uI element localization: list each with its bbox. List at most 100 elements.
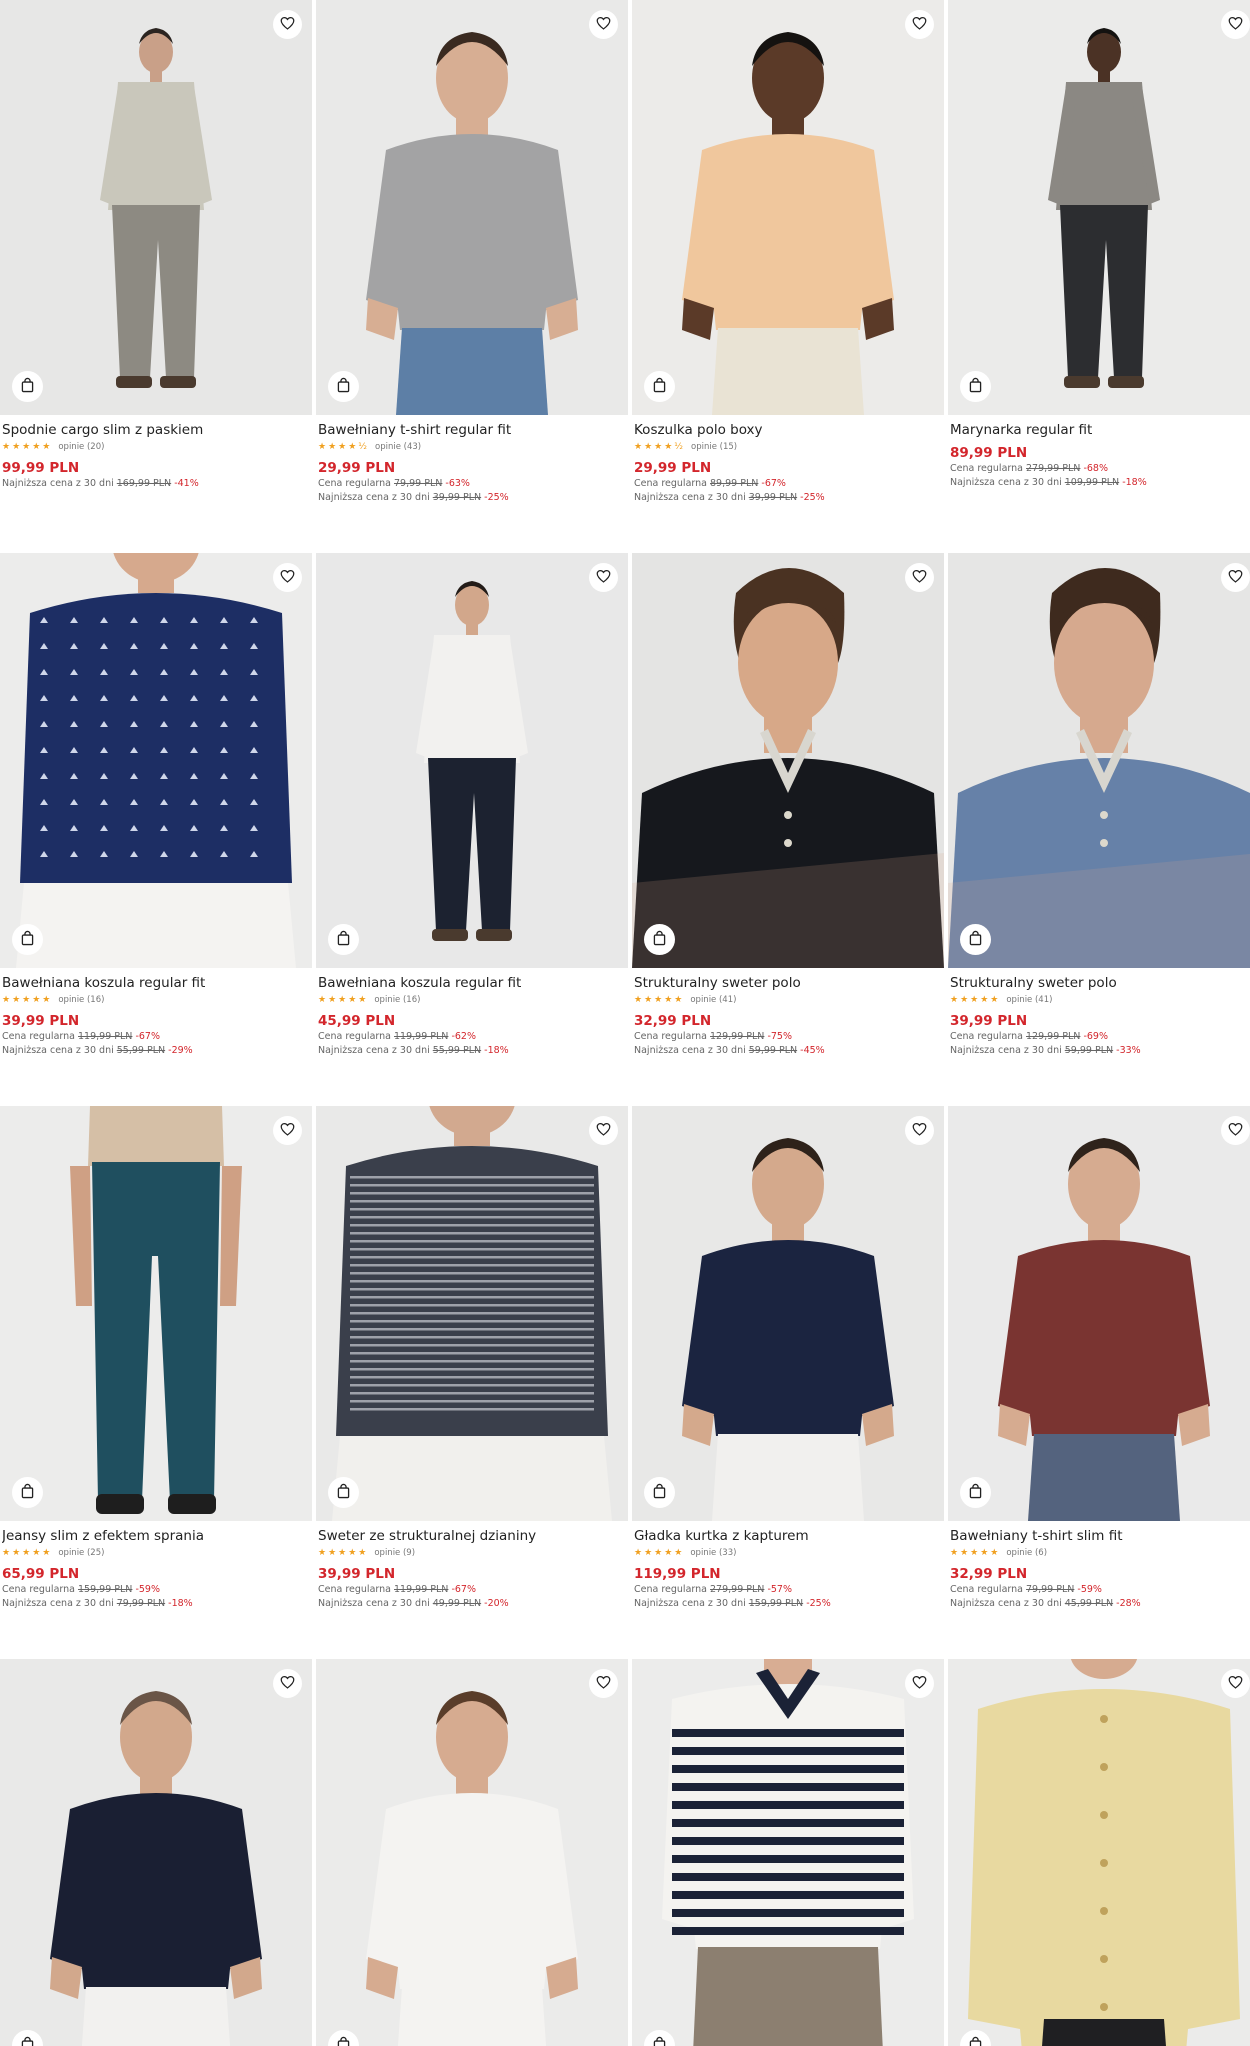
regular-price-line: Cena regularna 119,99 PLN -62%: [318, 1030, 626, 1044]
product-title[interactable]: Bawełniana koszula regular fit: [2, 974, 310, 992]
product-card[interactable]: Koszulka polo boxy ★★★★½ opinie (15) 29,99 …: [632, 0, 944, 505]
wishlist-button[interactable]: [273, 1669, 302, 1698]
add-to-cart-button[interactable]: [644, 1477, 675, 1508]
wishlist-button[interactable]: [273, 1116, 302, 1145]
product-card[interactable]: Gładka kurtka z kapturem ★★★★★ opinie (33)…: [632, 1106, 944, 1611]
discount-badge: -20%: [484, 1598, 509, 1609]
product-card[interactable]: Bawełniana koszula regular fit ★★★★★ opini…: [0, 553, 312, 1058]
product-card[interactable]: Marynarka regular fit 89,99 PLN Cena regul…: [948, 0, 1250, 490]
wishlist-button[interactable]: [905, 10, 934, 39]
shopping-bag-icon: [20, 1483, 35, 1503]
wishlist-button[interactable]: [905, 563, 934, 592]
product-image[interactable]: [0, 1106, 312, 1521]
product-card[interactable]: [0, 1659, 312, 2046]
add-to-cart-button[interactable]: [328, 371, 359, 402]
star-icon: ★★★★★: [318, 1548, 369, 1558]
wishlist-button[interactable]: [905, 1116, 934, 1145]
price-label: Cena regularna: [950, 1584, 1023, 1595]
wishlist-button[interactable]: [589, 10, 618, 39]
add-to-cart-button[interactable]: [960, 924, 991, 955]
add-to-cart-button[interactable]: [644, 924, 675, 955]
product-title[interactable]: Sweter ze strukturalnej dzianiny: [318, 1527, 626, 1545]
product-image[interactable]: [0, 0, 312, 415]
product-card[interactable]: [316, 1659, 628, 2046]
add-to-cart-button[interactable]: [328, 924, 359, 955]
product-image[interactable]: [316, 1106, 628, 1521]
review-count: opinie (16): [374, 995, 421, 1005]
add-to-cart-button[interactable]: [644, 371, 675, 402]
product-image[interactable]: [948, 553, 1250, 968]
product-title[interactable]: Koszulka polo boxy: [634, 421, 942, 439]
product-title[interactable]: Bawełniana koszula regular fit: [318, 974, 626, 992]
review-count: opinie (41): [1006, 995, 1053, 1005]
wishlist-button[interactable]: [1221, 10, 1250, 39]
current-price: 39,99 PLN: [318, 1566, 396, 1582]
heart-icon: [1228, 568, 1243, 587]
wishlist-button[interactable]: [1221, 563, 1250, 592]
product-image[interactable]: [632, 1659, 944, 2046]
product-image[interactable]: [316, 0, 628, 415]
add-to-cart-button[interactable]: [328, 1477, 359, 1508]
product-card[interactable]: Jeansy slim z efektem sprania ★★★★★ opinie…: [0, 1106, 312, 1611]
product-card[interactable]: Spodnie cargo slim z paskiem ★★★★★ opinie …: [0, 0, 312, 491]
wishlist-button[interactable]: [273, 10, 302, 39]
product-title[interactable]: Marynarka regular fit: [950, 421, 1250, 439]
add-to-cart-button[interactable]: [960, 1477, 991, 1508]
shopping-bag-icon: [968, 930, 983, 950]
product-title[interactable]: Gładka kurtka z kapturem: [634, 1527, 942, 1545]
discount-badge: -57%: [767, 1584, 792, 1595]
product-card[interactable]: Bawełniany t-shirt slim fit ★★★★★ opinie (…: [948, 1106, 1250, 1611]
add-to-cart-button[interactable]: [12, 371, 43, 402]
review-count: opinie (15): [691, 442, 738, 452]
wishlist-button[interactable]: [1221, 1116, 1250, 1145]
discount-badge: -62%: [451, 1031, 476, 1042]
product-title[interactable]: Jeansy slim z efektem sprania: [2, 1527, 310, 1545]
product-title[interactable]: Bawełniany t-shirt regular fit: [318, 421, 626, 439]
star-icon: ★★★★★: [2, 1548, 53, 1558]
product-card[interactable]: [632, 1659, 944, 2046]
wishlist-button[interactable]: [273, 563, 302, 592]
wishlist-button[interactable]: [589, 1669, 618, 1698]
product-title[interactable]: Strukturalny sweter polo: [634, 974, 942, 992]
product-image[interactable]: [632, 0, 944, 415]
product-card[interactable]: Bawełniany t-shirt regular fit ★★★★½ opini…: [316, 0, 628, 505]
product-title[interactable]: Strukturalny sweter polo: [950, 974, 1250, 992]
old-price: 119,99 PLN: [394, 1031, 449, 1042]
rating: ★★★★★ opinie (6): [950, 1546, 1250, 1560]
star-icon: ★★★★★: [318, 995, 369, 1005]
product-image[interactable]: [948, 0, 1250, 415]
product-image[interactable]: [948, 1659, 1250, 2046]
product-title[interactable]: Bawełniany t-shirt slim fit: [950, 1527, 1250, 1545]
add-to-cart-button[interactable]: [960, 371, 991, 402]
product-card[interactable]: Strukturalny sweter polo ★★★★★ opinie (41)…: [632, 553, 944, 1058]
product-image[interactable]: [0, 553, 312, 968]
price-label: Cena regularna: [950, 463, 1023, 474]
star-icon: ★★★★½: [634, 442, 685, 452]
wishlist-button[interactable]: [589, 563, 618, 592]
add-to-cart-button[interactable]: [12, 924, 43, 955]
add-to-cart-button[interactable]: [12, 1477, 43, 1508]
product-image[interactable]: [316, 1659, 628, 2046]
product-image[interactable]: [632, 1106, 944, 1521]
regular-price-line: Cena regularna 129,99 PLN -75%: [634, 1030, 942, 1044]
product-card[interactable]: Bawełniana koszula regular fit ★★★★★ opini…: [316, 553, 628, 1058]
product-image[interactable]: [0, 1659, 312, 2046]
product-card[interactable]: [948, 1659, 1250, 2046]
product-title[interactable]: Spodnie cargo slim z paskiem: [2, 421, 310, 439]
product-card[interactable]: Strukturalny sweter polo ★★★★★ opinie (41)…: [948, 553, 1250, 1058]
product-card[interactable]: Sweter ze strukturalnej dzianiny ★★★★★ opi…: [316, 1106, 628, 1611]
product-info: Bawełniany t-shirt regular fit ★★★★½ opini…: [316, 415, 628, 505]
wishlist-button[interactable]: [1221, 1669, 1250, 1698]
wishlist-button[interactable]: [905, 1669, 934, 1698]
regular-price-line: Cena regularna 129,99 PLN -69%: [950, 1030, 1250, 1044]
product-image[interactable]: [316, 553, 628, 968]
shopping-bag-icon: [20, 2036, 35, 2046]
product-image[interactable]: [632, 553, 944, 968]
discount-badge: -69%: [1083, 1031, 1108, 1042]
price-label: Najniższa cena z 30 dni: [2, 478, 114, 489]
discount-badge: -59%: [1077, 1584, 1102, 1595]
wishlist-button[interactable]: [589, 1116, 618, 1145]
product-image[interactable]: [948, 1106, 1250, 1521]
star-icon: ★★★★★: [634, 1548, 685, 1558]
rating: ★★★★★ opinie (41): [950, 993, 1250, 1007]
